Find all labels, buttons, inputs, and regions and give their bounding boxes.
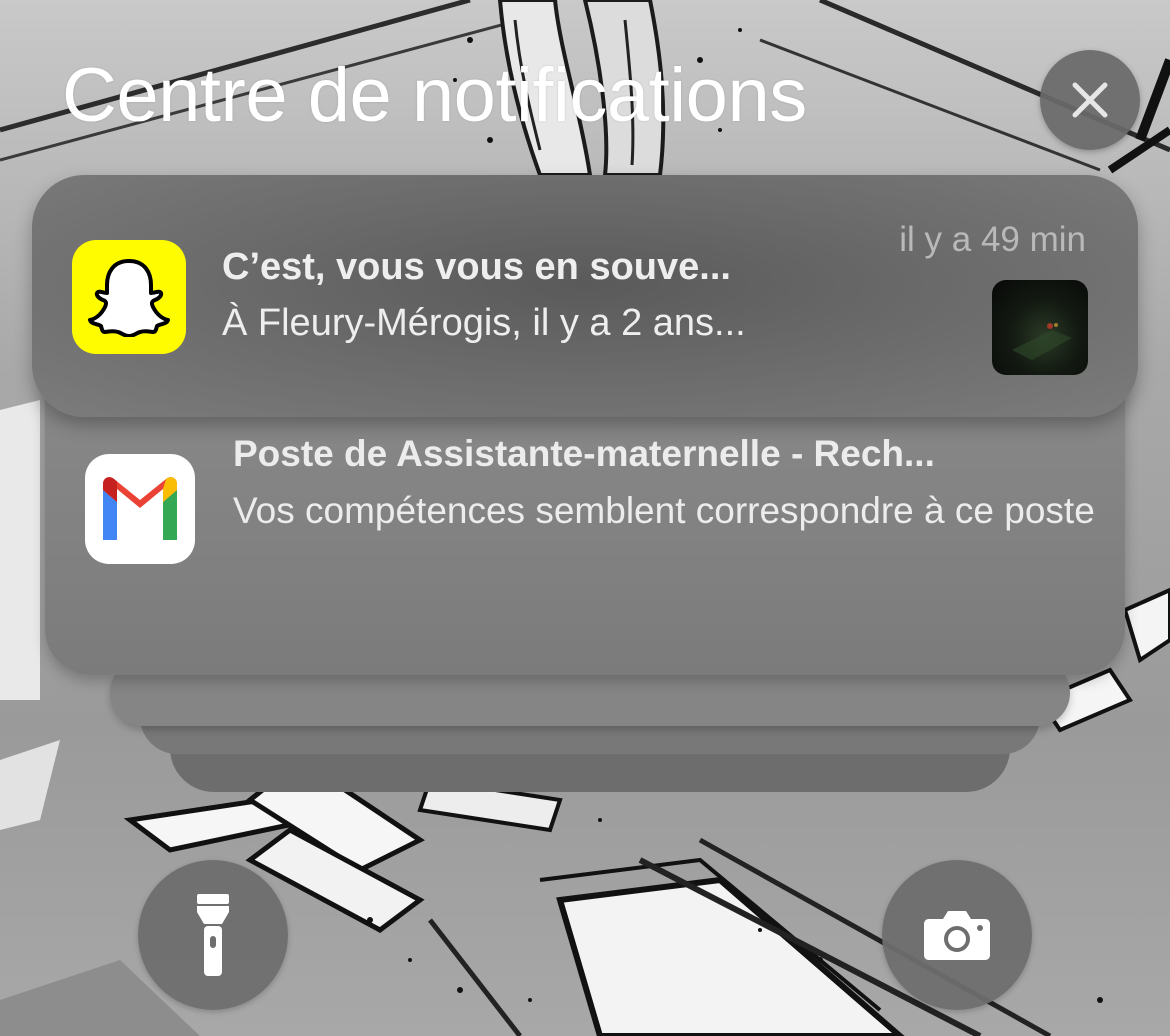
notification-thumbnail	[992, 280, 1088, 375]
notification-timestamp: il y a 49 min	[899, 220, 1086, 259]
notification-title: C’est, vous vous en souve...	[222, 246, 731, 288]
notification-body: Vos compétences semblent correspondre à …	[233, 490, 1095, 531]
flashlight-button[interactable]	[138, 860, 288, 1010]
flashlight-icon	[197, 894, 229, 976]
camera-icon	[924, 911, 990, 960]
snapchat-app-icon	[72, 240, 186, 354]
notification-title: Poste de Assistante-maternelle - Rech...	[233, 433, 935, 474]
close-icon	[1072, 82, 1108, 118]
gmail-app-icon	[85, 454, 195, 564]
gmail-icon	[103, 477, 177, 540]
close-button[interactable]	[1040, 50, 1140, 150]
page-title: Centre de notifications	[62, 53, 807, 138]
notification-card-snapchat[interactable]	[32, 175, 1138, 417]
notification-body: À Fleury-Mérogis, il y a 2 ans...	[222, 302, 746, 344]
snapchat-ghost-icon	[88, 259, 170, 337]
camera-button[interactable]	[882, 860, 1032, 1010]
dark-photo-thumbnail	[1012, 323, 1072, 360]
